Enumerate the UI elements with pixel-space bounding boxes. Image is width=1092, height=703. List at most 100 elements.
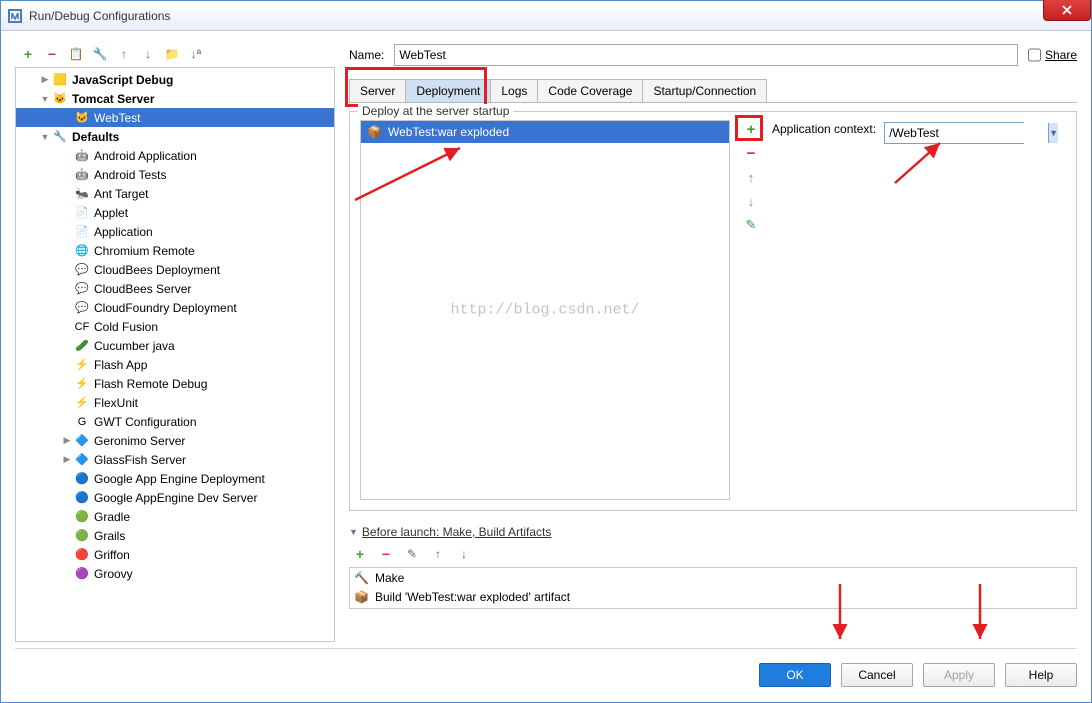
ok-button[interactable]: OK: [759, 663, 831, 687]
expand-icon: ▶: [60, 435, 74, 446]
expand-icon: ▶: [60, 454, 74, 465]
share-checkbox-input[interactable]: [1028, 44, 1041, 66]
config-type-icon: 🟣: [74, 566, 90, 582]
config-type-icon: G: [74, 414, 90, 430]
tree-item-label: Flash App: [94, 358, 147, 372]
combo-arrow-icon[interactable]: ▼: [1048, 123, 1058, 143]
artifact-down-button[interactable]: ↓: [742, 192, 760, 210]
share-checkbox[interactable]: Share: [1028, 44, 1077, 66]
tree-item[interactable]: 💬CloudFoundry Deployment: [16, 298, 334, 317]
tree-item[interactable]: 🤖Android Application: [16, 146, 334, 165]
tree-item-label: Android Application: [94, 149, 197, 163]
apply-button[interactable]: Apply: [923, 663, 995, 687]
cancel-button[interactable]: Cancel: [841, 663, 913, 687]
before-launch-list[interactable]: 🔨Make📦Build 'WebTest:war exploded' artif…: [349, 567, 1077, 609]
move-up-button[interactable]: ↑: [115, 45, 133, 63]
tree-item-label: GlassFish Server: [94, 453, 186, 467]
tree-item[interactable]: G GWT Configuration: [16, 412, 334, 431]
add-artifact-button[interactable]: +: [742, 120, 760, 138]
tree-item[interactable]: ▶🟨JavaScript Debug: [16, 70, 334, 89]
before-launch-header[interactable]: ▼ Before launch: Make, Build Artifacts: [349, 523, 1077, 541]
bl-up-button[interactable]: ↑: [429, 545, 447, 563]
bl-remove-button[interactable]: −: [377, 545, 395, 563]
tree-item-label: WebTest: [94, 111, 140, 125]
help-button[interactable]: Help: [1005, 663, 1077, 687]
context-combo[interactable]: ▼: [884, 122, 1024, 144]
artifact-item[interactable]: 📦 WebTest:war exploded: [361, 121, 729, 143]
tab-logs[interactable]: Logs: [490, 79, 538, 102]
remove-artifact-button[interactable]: −: [742, 144, 760, 162]
save-config-button[interactable]: 🔧: [91, 45, 109, 63]
tree-item-label: Defaults: [72, 130, 119, 144]
share-label: Share: [1045, 48, 1077, 62]
artifact-up-button[interactable]: ↑: [742, 168, 760, 186]
name-label: Name:: [349, 48, 384, 62]
tree-item[interactable]: 🔴Griffon: [16, 545, 334, 564]
tree-item[interactable]: 🟢Grails: [16, 526, 334, 545]
tree-item[interactable]: 📄Applet: [16, 203, 334, 222]
sidebar-toolbar: + − 📋 🔧 ↑ ↓ 📁 ↓ª: [15, 41, 335, 67]
artifact-list[interactable]: 📦 WebTest:war exploded http://blog.csdn.…: [360, 120, 730, 500]
folder-button[interactable]: 📁: [163, 45, 181, 63]
tree-item-label: Cold Fusion: [94, 320, 158, 334]
tree-item[interactable]: 📄Application: [16, 222, 334, 241]
bl-edit-button[interactable]: ✎: [403, 545, 421, 563]
before-launch-item[interactable]: 🔨Make: [350, 568, 1076, 587]
add-config-button[interactable]: +: [19, 45, 37, 63]
edit-artifact-button[interactable]: ✎: [742, 216, 760, 234]
right-panel: Name: Share ServerDeploymentLogsCode Cov…: [339, 41, 1077, 642]
config-type-icon: 🔷: [74, 452, 90, 468]
tree-item[interactable]: 🐱WebTest: [16, 108, 334, 127]
tab-startup-connection[interactable]: Startup/Connection: [642, 79, 767, 102]
move-down-button[interactable]: ↓: [139, 45, 157, 63]
tree-item[interactable]: ▶🔷Geronimo Server: [16, 431, 334, 450]
before-launch-title: Before launch: Make, Build Artifacts: [362, 525, 551, 539]
tree-item-label: FlexUnit: [94, 396, 138, 410]
tab-code-coverage[interactable]: Code Coverage: [537, 79, 643, 102]
tree-item[interactable]: ⚡Flash Remote Debug: [16, 374, 334, 393]
tree-item[interactable]: 🟢Gradle: [16, 507, 334, 526]
tree-item-label: Google AppEngine Dev Server: [94, 491, 257, 505]
bl-down-button[interactable]: ↓: [455, 545, 473, 563]
context-input[interactable]: [885, 123, 1048, 143]
tab-deployment[interactable]: Deployment: [405, 79, 491, 102]
tree-item[interactable]: ⚡FlexUnit: [16, 393, 334, 412]
sort-button[interactable]: ↓ª: [187, 45, 205, 63]
tree-item[interactable]: 🥒Cucumber java: [16, 336, 334, 355]
tree-item-label: GWT Configuration: [94, 415, 197, 429]
tree-item[interactable]: 🔵Google AppEngine Dev Server: [16, 488, 334, 507]
deploy-fieldset: Deploy at the server startup 📦 WebTest:w…: [349, 111, 1077, 511]
tree-item[interactable]: 💬CloudBees Deployment: [16, 260, 334, 279]
deploy-legend: Deploy at the server startup: [358, 104, 513, 118]
before-launch-toolbar: + − ✎ ↑ ↓: [349, 541, 1077, 567]
config-type-icon: 🌐: [74, 243, 90, 259]
tree-item[interactable]: 🌐Chromium Remote: [16, 241, 334, 260]
tabs: ServerDeploymentLogsCode CoverageStartup…: [349, 79, 1077, 103]
name-input[interactable]: [394, 44, 1018, 66]
copy-config-button[interactable]: 📋: [67, 45, 85, 63]
tree-item[interactable]: 🐜Ant Target: [16, 184, 334, 203]
tree-item-label: Griffon: [94, 548, 130, 562]
tree-item[interactable]: 🟣Groovy: [16, 564, 334, 583]
tree-item[interactable]: ▼🔧Defaults: [16, 127, 334, 146]
tree-item-label: Gradle: [94, 510, 130, 524]
tree-item[interactable]: ⚡Flash App: [16, 355, 334, 374]
tree-item[interactable]: ▼🐱Tomcat Server: [16, 89, 334, 108]
remove-config-button[interactable]: −: [43, 45, 61, 63]
tab-server[interactable]: Server: [349, 79, 406, 102]
window-close-button[interactable]: [1043, 0, 1091, 21]
tree-item[interactable]: 🤖Android Tests: [16, 165, 334, 184]
before-launch-item[interactable]: 📦Build 'WebTest:war exploded' artifact: [350, 587, 1076, 606]
main-area: + − 📋 🔧 ↑ ↓ 📁 ↓ª ▶🟨JavaScript Debug▼🐱Tom…: [15, 41, 1077, 642]
titlebar: Run/Debug Configurations: [1, 1, 1091, 31]
tree-item-label: CloudBees Deployment: [94, 263, 220, 277]
tree-item[interactable]: CFCold Fusion: [16, 317, 334, 336]
tree-item[interactable]: 💬CloudBees Server: [16, 279, 334, 298]
tree-item[interactable]: 🔵Google App Engine Deployment: [16, 469, 334, 488]
tree-item-label: Cucumber java: [94, 339, 175, 353]
tabs-container: ServerDeploymentLogsCode CoverageStartup…: [349, 79, 1077, 103]
config-tree[interactable]: ▶🟨JavaScript Debug▼🐱Tomcat Server🐱WebTes…: [15, 67, 335, 642]
bl-add-button[interactable]: +: [351, 545, 369, 563]
sidebar: + − 📋 🔧 ↑ ↓ 📁 ↓ª ▶🟨JavaScript Debug▼🐱Tom…: [15, 41, 335, 642]
tree-item[interactable]: ▶🔷 GlassFish Server: [16, 450, 334, 469]
